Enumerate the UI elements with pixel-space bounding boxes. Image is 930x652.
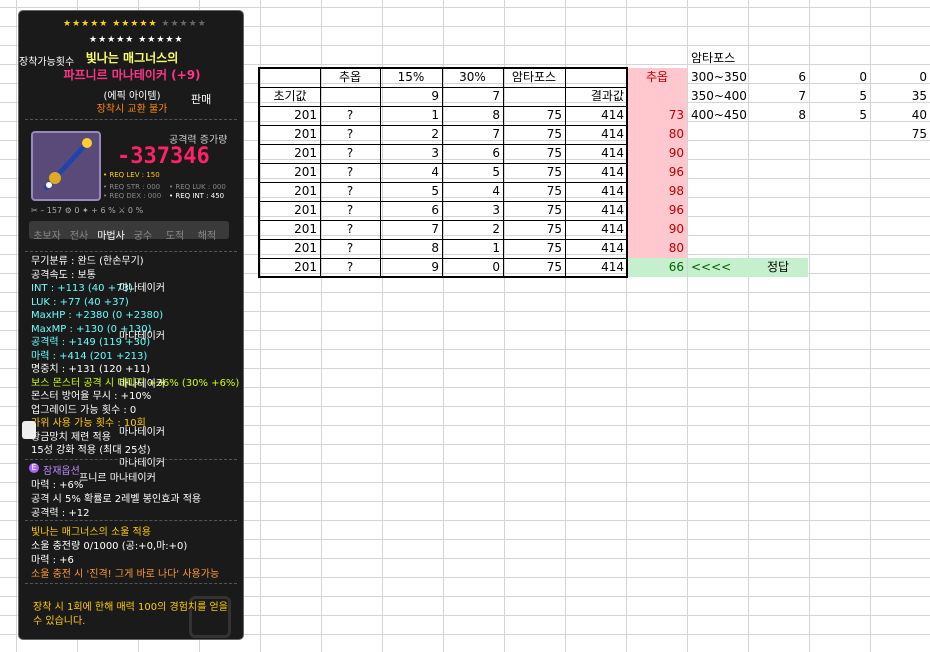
table-hline (258, 144, 628, 145)
item-icon-frame (31, 131, 101, 201)
result-cell[interactable]: 98 (627, 182, 687, 201)
table-vline (380, 68, 381, 277)
soul-charge: 소울 충전량 0/1000 (공:+0,마:+0) (31, 541, 188, 552)
table-border (258, 67, 628, 278)
divider (25, 459, 237, 460)
soul-skill: 소울 충전 시 '진격! 그게 바로 나다' 사용가능 (31, 569, 220, 580)
stat-line: MaxHP : +2380 (0 +2380) (31, 310, 164, 321)
divider (25, 520, 237, 521)
amta-cell[interactable]: 350~400 (688, 87, 748, 106)
stat-line: 마력 : +414 (201 +213) (31, 350, 148, 362)
job-tab-1: 전사 (69, 231, 89, 242)
divider (25, 119, 237, 120)
item-icons-row: ✂ – 157 ⚙ 0 ✦ + 6 % ⚔ 0 % (31, 206, 144, 215)
ghost-sell-text: 판매 (191, 93, 212, 106)
amta-cell[interactable]: 8 (748, 106, 809, 125)
divider (25, 583, 237, 584)
side-header-cell[interactable]: 추옵 (627, 68, 687, 87)
potential-line: 마력 : +6% (31, 480, 84, 491)
table-hline (258, 201, 628, 202)
ghost-text: 마나테이커 (119, 458, 165, 469)
item-title-line1: 빛나는 매그너스의 (85, 51, 179, 65)
result-cell[interactable]: 96 (627, 163, 687, 182)
amta-cell[interactable] (748, 125, 809, 144)
amta-cell[interactable]: 0 (870, 68, 930, 87)
result-cell[interactable]: 73 (627, 106, 687, 125)
result-cell[interactable]: 80 (627, 125, 687, 144)
req-luk: • REQ LUK : 000 (169, 183, 226, 191)
star-row-on: ★★★★★ ★★★★★ (63, 19, 158, 29)
table-hline (258, 163, 628, 164)
amta-title-cell[interactable]: 암타포스 (688, 49, 748, 68)
table-hline (258, 182, 628, 183)
table-hline (258, 125, 628, 126)
result-cell[interactable]: 80 (627, 239, 687, 258)
result-cell[interactable]: 90 (627, 144, 687, 163)
table-hline (258, 87, 628, 88)
result-cell[interactable]: 96 (627, 201, 687, 220)
footer-line: 수 있습니다. (33, 616, 86, 627)
result-cell[interactable]: 66 (627, 258, 687, 277)
answer-cell[interactable]: 정답 (748, 258, 808, 277)
divider (25, 251, 237, 252)
ghost-text: 마나테이커 (119, 427, 165, 438)
amta-cell[interactable]: 6 (748, 68, 809, 87)
amta-cell[interactable]: 5 (809, 106, 870, 125)
job-tab-3: 궁수 (133, 231, 153, 242)
potential-line: 공격 시 5% 확률로 2레벨 봉인효과 적용 (31, 494, 202, 505)
req-int: • REQ INT : 450 (169, 192, 225, 200)
amta-cell[interactable]: 5 (809, 87, 870, 106)
amta-cell[interactable]: 300~350 (688, 68, 748, 87)
amta-cell[interactable]: 7 (748, 87, 809, 106)
arrow-cell[interactable]: <<<< (688, 258, 748, 277)
req-str: • REQ STR : 000 (103, 183, 161, 191)
amta-cell[interactable]: 400~450 (688, 106, 748, 125)
amta-cell[interactable]: 75 (870, 125, 930, 144)
stat-line: 무기분류 : 완드 (한손무기) (31, 256, 144, 267)
side-blank-cell[interactable] (627, 87, 687, 106)
item-tooltip: ★★★★★ ★★★★★ ★★★★★ ★★★★★ ★★★★★ 장착가능횟수 빛나는… (18, 10, 244, 640)
table-hline (258, 106, 628, 107)
table-hline (258, 220, 628, 221)
star-row-off: ★★★★★ (161, 19, 207, 29)
req-dex: • REQ DEX : 000 (103, 192, 162, 200)
potential-label: 잠재옵션 (43, 466, 80, 477)
amta-cell[interactable] (809, 125, 870, 144)
soul-title: 빛나는 매그너스의 소울 적용 (31, 527, 151, 538)
stat-line: 몬스터 방어율 무시 : +10% (31, 391, 152, 402)
star-row-2: ★★★★★ ★★★★★ (89, 35, 184, 45)
job-tab-2: 마법사 (97, 231, 125, 242)
wand-icon (43, 138, 92, 191)
amta-cell[interactable] (688, 125, 748, 144)
table-hline (258, 258, 628, 259)
ghost-text: 마나테이커 (119, 331, 165, 342)
ghost-text: 마나테이커 (119, 283, 165, 294)
table-vline (442, 68, 443, 277)
stat-line: 업그레이드 가능 횟수 : 0 (31, 404, 137, 416)
result-cell[interactable]: 90 (627, 220, 687, 239)
table-vline (320, 68, 321, 277)
potential-grade-icon: E (29, 463, 39, 473)
amta-cell[interactable]: 0 (809, 68, 870, 87)
potential-line: 공격력 : +12 (31, 508, 90, 519)
item-title-line2: 파프니르 마나테이커 (+9) (63, 68, 201, 82)
attack-increase-value: -337346 (117, 144, 210, 169)
ghost-text: 마나테이커 (119, 379, 165, 390)
ghost-text: 프니르 마나테이커 (79, 473, 156, 484)
job-tab-4: 도적 (165, 231, 185, 242)
job-tab-5: 해적 (197, 231, 217, 242)
table-vline (503, 68, 504, 277)
job-tab-0: 초보자 (33, 231, 61, 242)
stat-line: LUK : +77 (40 +37) (31, 296, 129, 308)
req-level: • REQ LEV : 150 (103, 171, 160, 179)
cursor-hand-icon (22, 421, 36, 439)
table-hline (258, 239, 628, 240)
footer-line: 장착 시 1회에 한해 매력 100의 경험치를 얻을 (33, 602, 228, 613)
amta-cell[interactable]: 35 (870, 87, 930, 106)
table-vline (565, 68, 566, 277)
soul-magic: 마력 : +6 (31, 555, 74, 566)
amta-cell[interactable]: 40 (870, 106, 930, 125)
